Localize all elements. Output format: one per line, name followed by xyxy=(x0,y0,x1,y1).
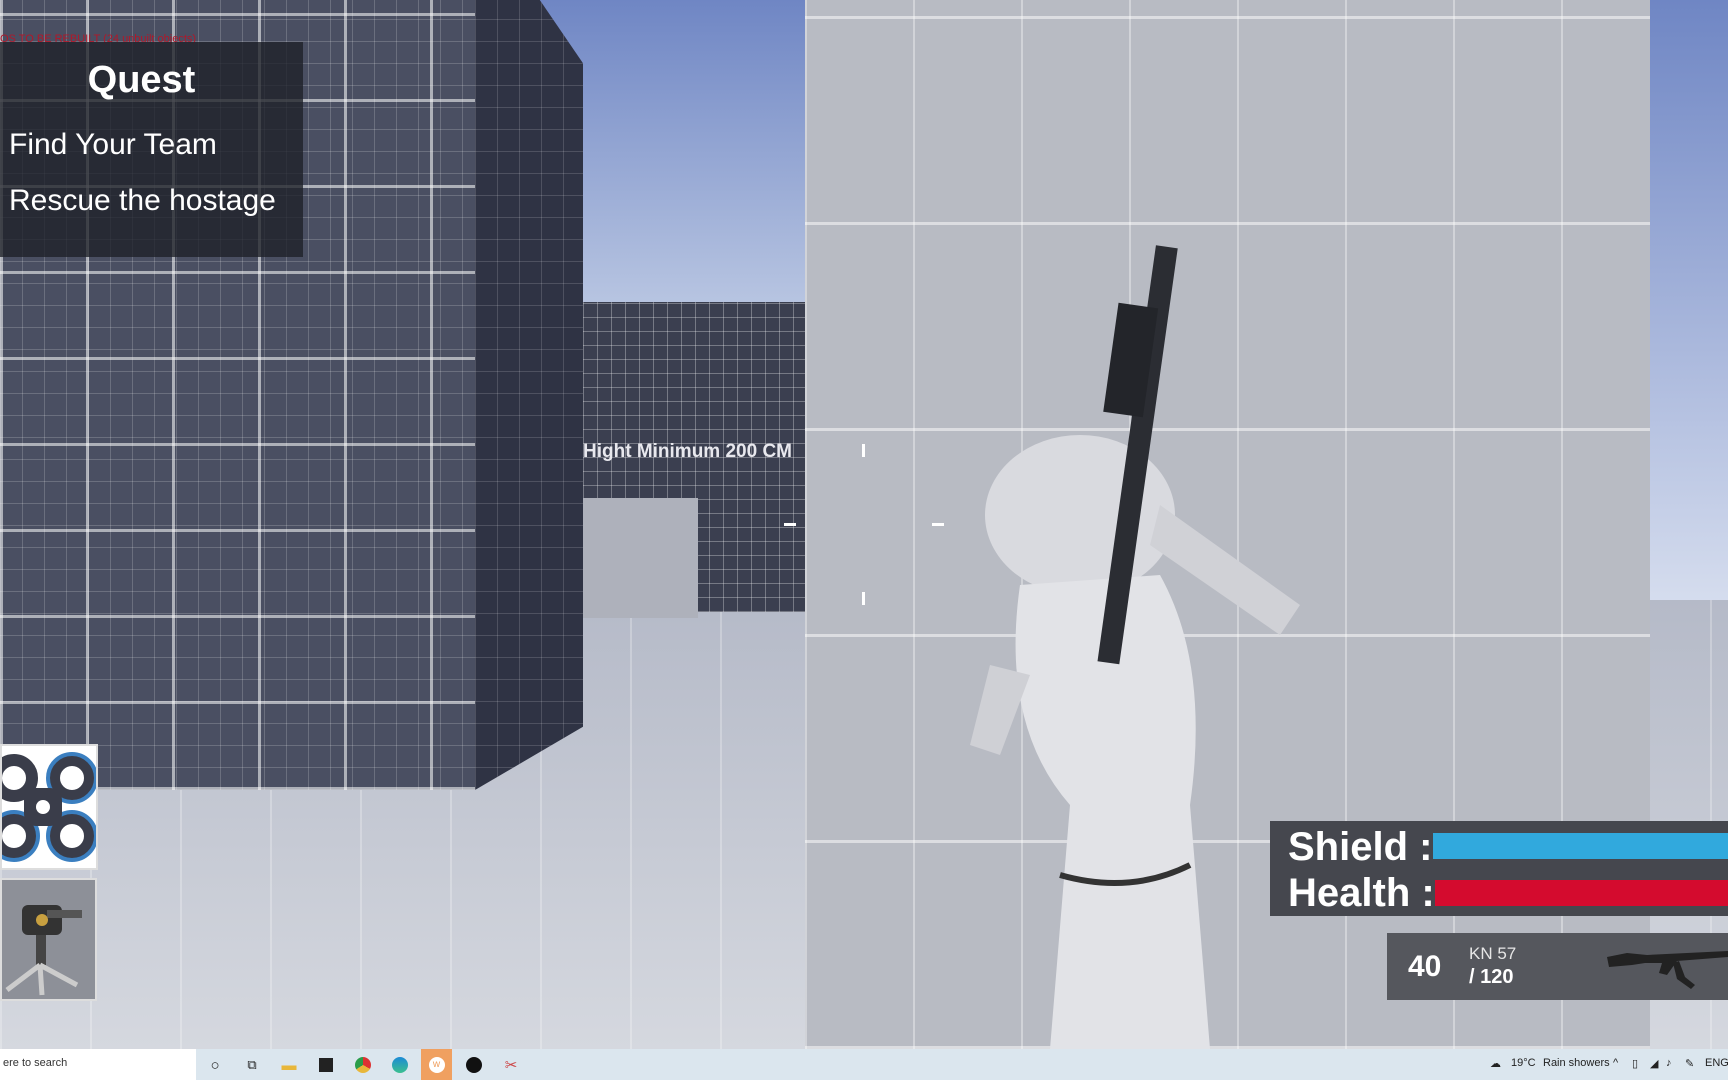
health-bar xyxy=(1435,880,1728,906)
store-icon[interactable] xyxy=(314,1053,338,1077)
edge-icon[interactable] xyxy=(388,1053,412,1077)
rifle-icon xyxy=(1607,951,1728,989)
windows-taskbar: ere to search ○ ⧉ ▬ w ✂ ☁ 19°C Rain show… xyxy=(0,1049,1728,1080)
player-character xyxy=(970,245,1300,1049)
ammo-count: 40 xyxy=(1408,950,1442,983)
quest-title: Quest xyxy=(87,59,196,101)
quest-panel: Quest Find Your Team Rescue the hostage xyxy=(0,42,303,257)
volume-icon[interactable]: ♪ xyxy=(1666,1057,1672,1069)
shield-bar xyxy=(1433,833,1728,859)
player-stats-panel: Shield : Health : xyxy=(1270,821,1728,916)
weather-icon[interactable]: ☁ xyxy=(1490,1057,1501,1070)
chevron-up-icon[interactable]: ^ xyxy=(1613,1057,1618,1069)
sky xyxy=(1650,0,1728,660)
snipping-tool-icon[interactable]: ✂ xyxy=(499,1053,523,1077)
taskbar-search-input[interactable]: ere to search xyxy=(0,1049,196,1080)
unreal-engine-icon[interactable] xyxy=(462,1053,486,1077)
app-w-icon[interactable]: w xyxy=(421,1049,452,1080)
quest-item: Rescue the hostage xyxy=(9,184,276,217)
wifi-icon[interactable]: ◢ xyxy=(1650,1057,1658,1070)
drone-ability-slot[interactable] xyxy=(0,744,98,870)
left-building-side xyxy=(475,0,583,790)
world-sign-text: Hight Minimum 200 CM xyxy=(583,441,793,462)
chrome-icon[interactable] xyxy=(351,1053,375,1077)
shield-label: Shield : xyxy=(1288,825,1433,869)
cortana-icon[interactable]: ○ xyxy=(203,1053,227,1077)
ammo-reserve: / 120 xyxy=(1469,966,1514,988)
weather-text[interactable]: Rain showers xyxy=(1543,1057,1610,1069)
pen-icon[interactable]: ✎ xyxy=(1685,1057,1694,1070)
file-explorer-icon[interactable]: ▬ xyxy=(277,1053,301,1077)
turret-ability-slot[interactable] xyxy=(0,878,97,1001)
weapon-name: KN 57 xyxy=(1469,944,1517,963)
health-label: Health : xyxy=(1288,871,1435,915)
box-block xyxy=(583,498,698,618)
weather-temp[interactable]: 19°C xyxy=(1511,1057,1536,1069)
task-view-icon[interactable]: ⧉ xyxy=(240,1053,264,1077)
quest-item: Find Your Team xyxy=(9,128,217,161)
device-icon[interactable]: ▯ xyxy=(1632,1057,1638,1070)
weapon-panel: 40 KN 57 / 120 xyxy=(1387,933,1728,1000)
drone-icon xyxy=(0,752,98,862)
turret-icon xyxy=(5,905,82,996)
language-indicator[interactable]: ENG xyxy=(1705,1057,1728,1069)
